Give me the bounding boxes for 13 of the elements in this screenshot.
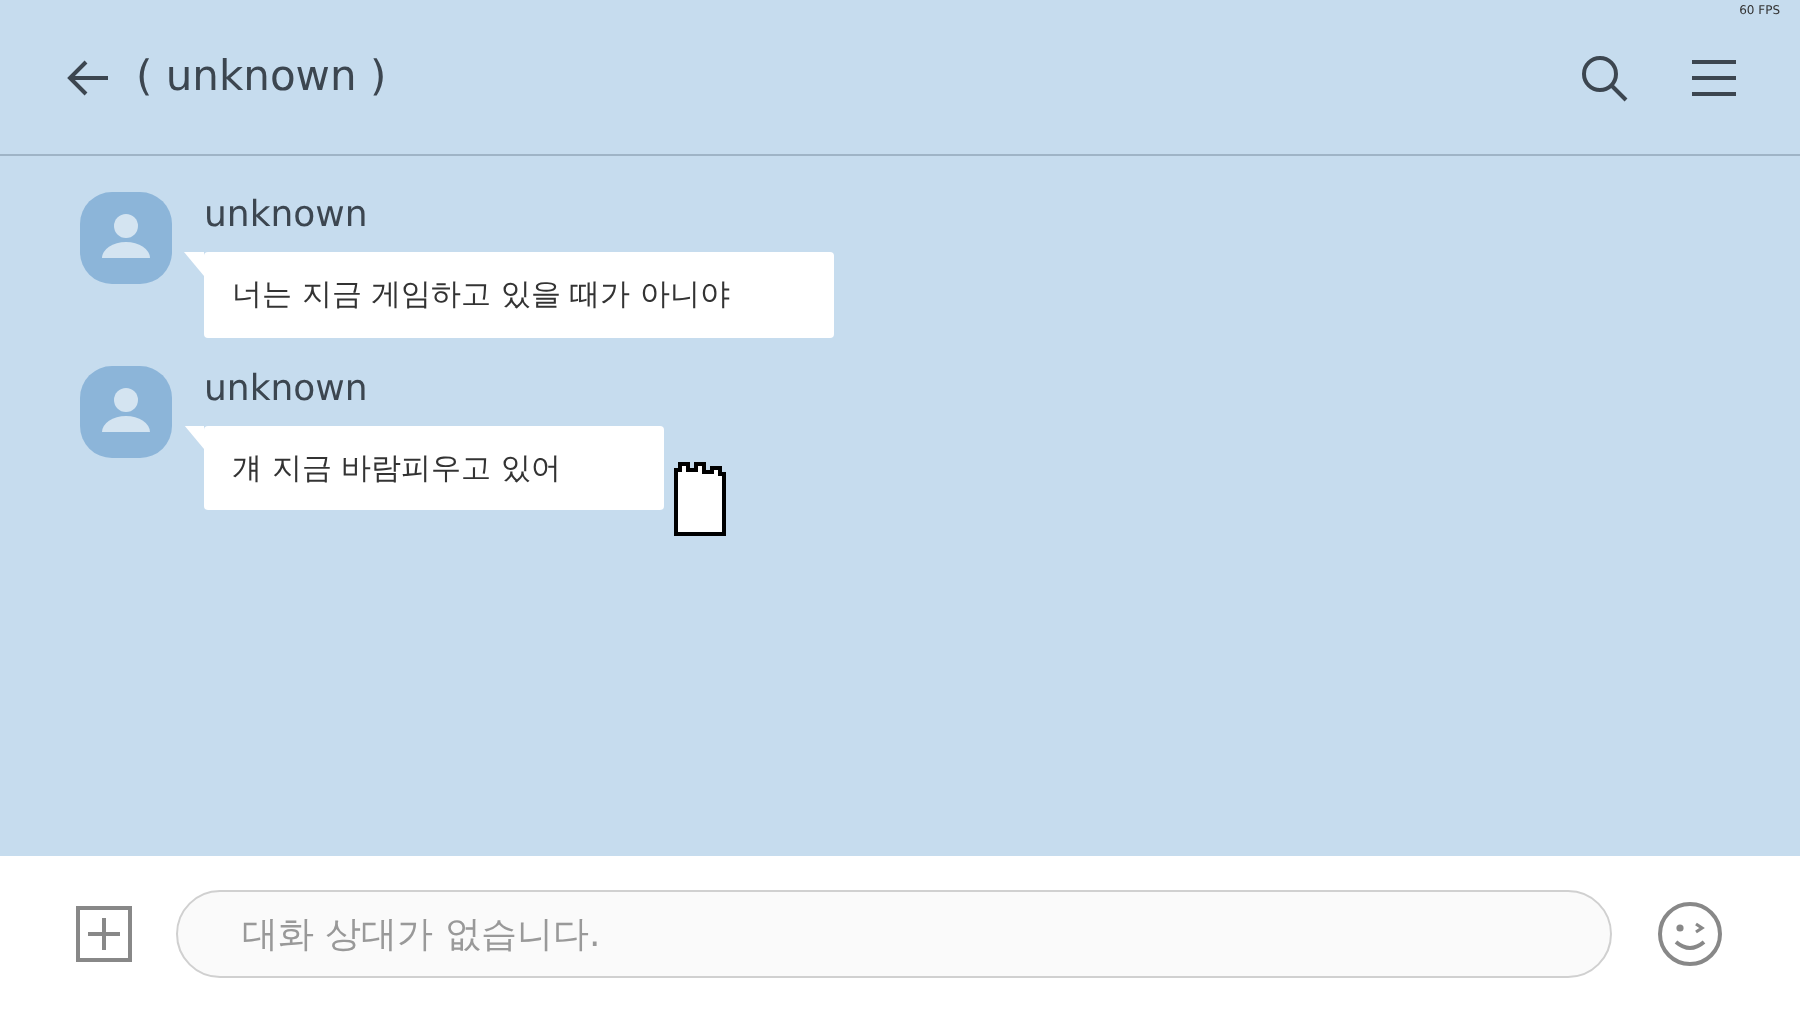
message-bubble: 너는 지금 게임하고 있을 때가 아니야 xyxy=(204,252,834,337)
add-icon[interactable] xyxy=(76,906,132,962)
hand-cursor-icon xyxy=(670,457,730,537)
chat-title: ( unknown ) xyxy=(136,49,387,104)
avatar-icon xyxy=(80,365,172,457)
avatar-icon xyxy=(80,192,172,284)
sender-name: unknown xyxy=(204,192,370,240)
sender-name: unknown xyxy=(204,365,370,413)
message-bubble: 걔 지금 바람피우고 있어 xyxy=(204,425,665,510)
smiley-icon[interactable] xyxy=(1656,900,1724,968)
back-arrow-icon[interactable] xyxy=(64,57,112,97)
search-icon[interactable] xyxy=(1580,53,1628,101)
menu-icon[interactable] xyxy=(1692,59,1736,95)
